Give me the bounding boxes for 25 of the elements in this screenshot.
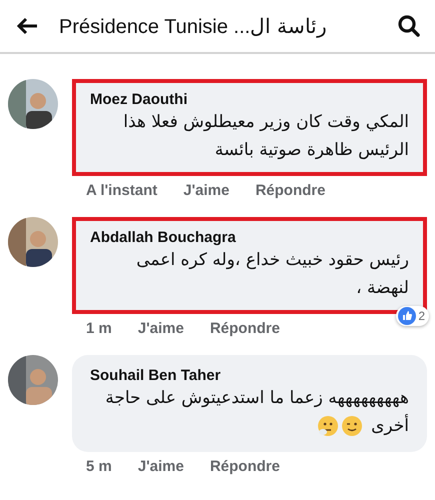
back-arrow-icon[interactable] — [16, 17, 38, 35]
page-title: Présidence Tunisie ...رئاسة ال — [59, 14, 328, 38]
reply-link[interactable]: Répondre — [210, 458, 280, 475]
reply-link[interactable]: Répondre — [210, 320, 280, 337]
comment-text: الرئيس ظاهرة صوتية بائسة — [214, 139, 409, 162]
comment-time: 5 m — [86, 458, 112, 475]
like-icon — [398, 307, 416, 325]
thinking-face-icon — [317, 415, 340, 437]
comment-time: A l'instant — [86, 182, 158, 199]
comment-text: أخرى — [371, 413, 409, 438]
like-link[interactable]: J'aime — [183, 182, 230, 199]
comment-time: 1 m — [86, 320, 112, 337]
comment-text: لنهضة ، — [356, 277, 409, 300]
comment-author[interactable]: Moez Daouthi — [90, 91, 188, 108]
like-link[interactable]: J'aime — [138, 458, 184, 475]
winking-face-icon — [341, 415, 364, 437]
search-icon[interactable] — [397, 14, 421, 38]
reaction-badge[interactable]: 2 — [396, 306, 429, 326]
comment-author[interactable]: Abdallah Bouchagra — [90, 229, 236, 246]
comment-text: رئيس حقود خبيث خداع ،وله كره اعمى — [136, 249, 409, 272]
comment-text: المكي وقت كان وزير معيطلوش فعلا هذا — [123, 111, 409, 134]
like-link[interactable]: J'aime — [138, 320, 184, 337]
reply-link[interactable]: Répondre — [255, 182, 326, 199]
comment-author[interactable]: Souhail Ben Taher — [90, 367, 221, 384]
comment-text: هههههههههه زعما ما استدعيتوش على حاجة — [105, 387, 409, 410]
